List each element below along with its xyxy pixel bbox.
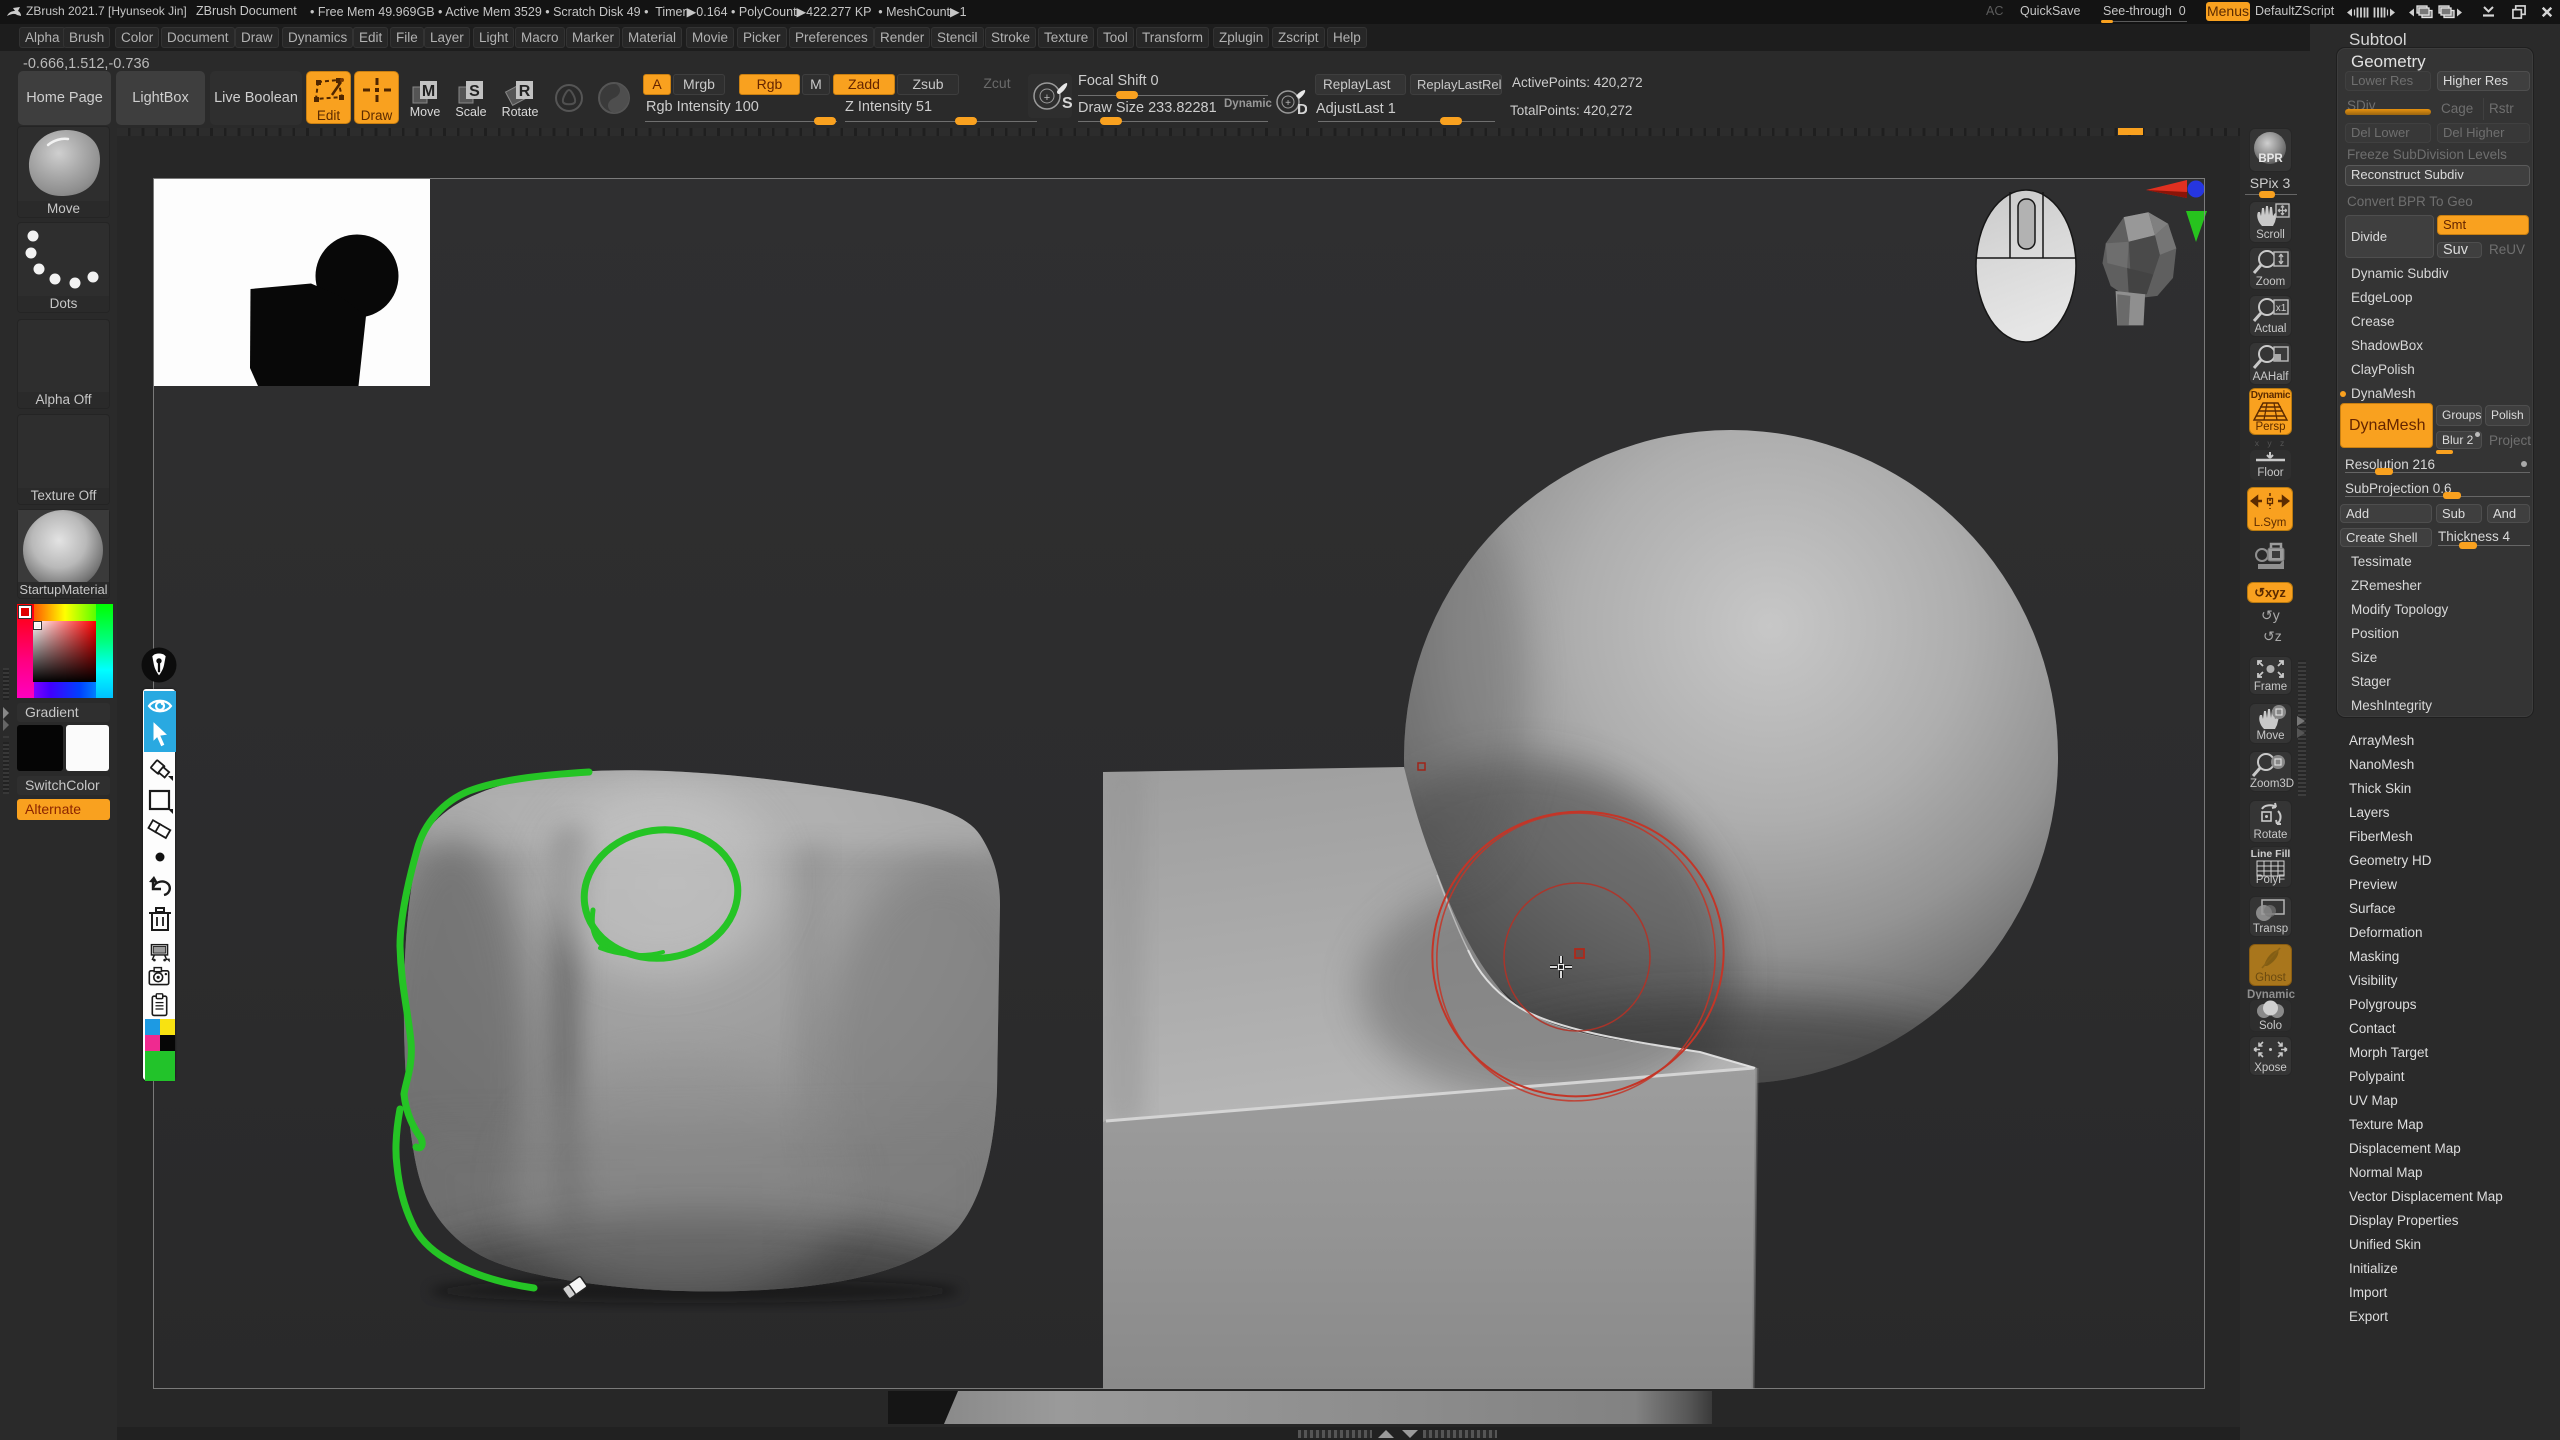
svg-text:S: S — [469, 83, 480, 100]
svg-text:S: S — [1062, 95, 1072, 112]
svg-text:D: D — [1297, 101, 1307, 118]
svg-text:R: R — [519, 83, 531, 100]
svg-text:M: M — [422, 83, 435, 100]
svg-text:+: + — [1044, 92, 1050, 104]
svg-text:+: + — [1285, 98, 1291, 109]
svg-text:x1: x1 — [2276, 303, 2287, 314]
